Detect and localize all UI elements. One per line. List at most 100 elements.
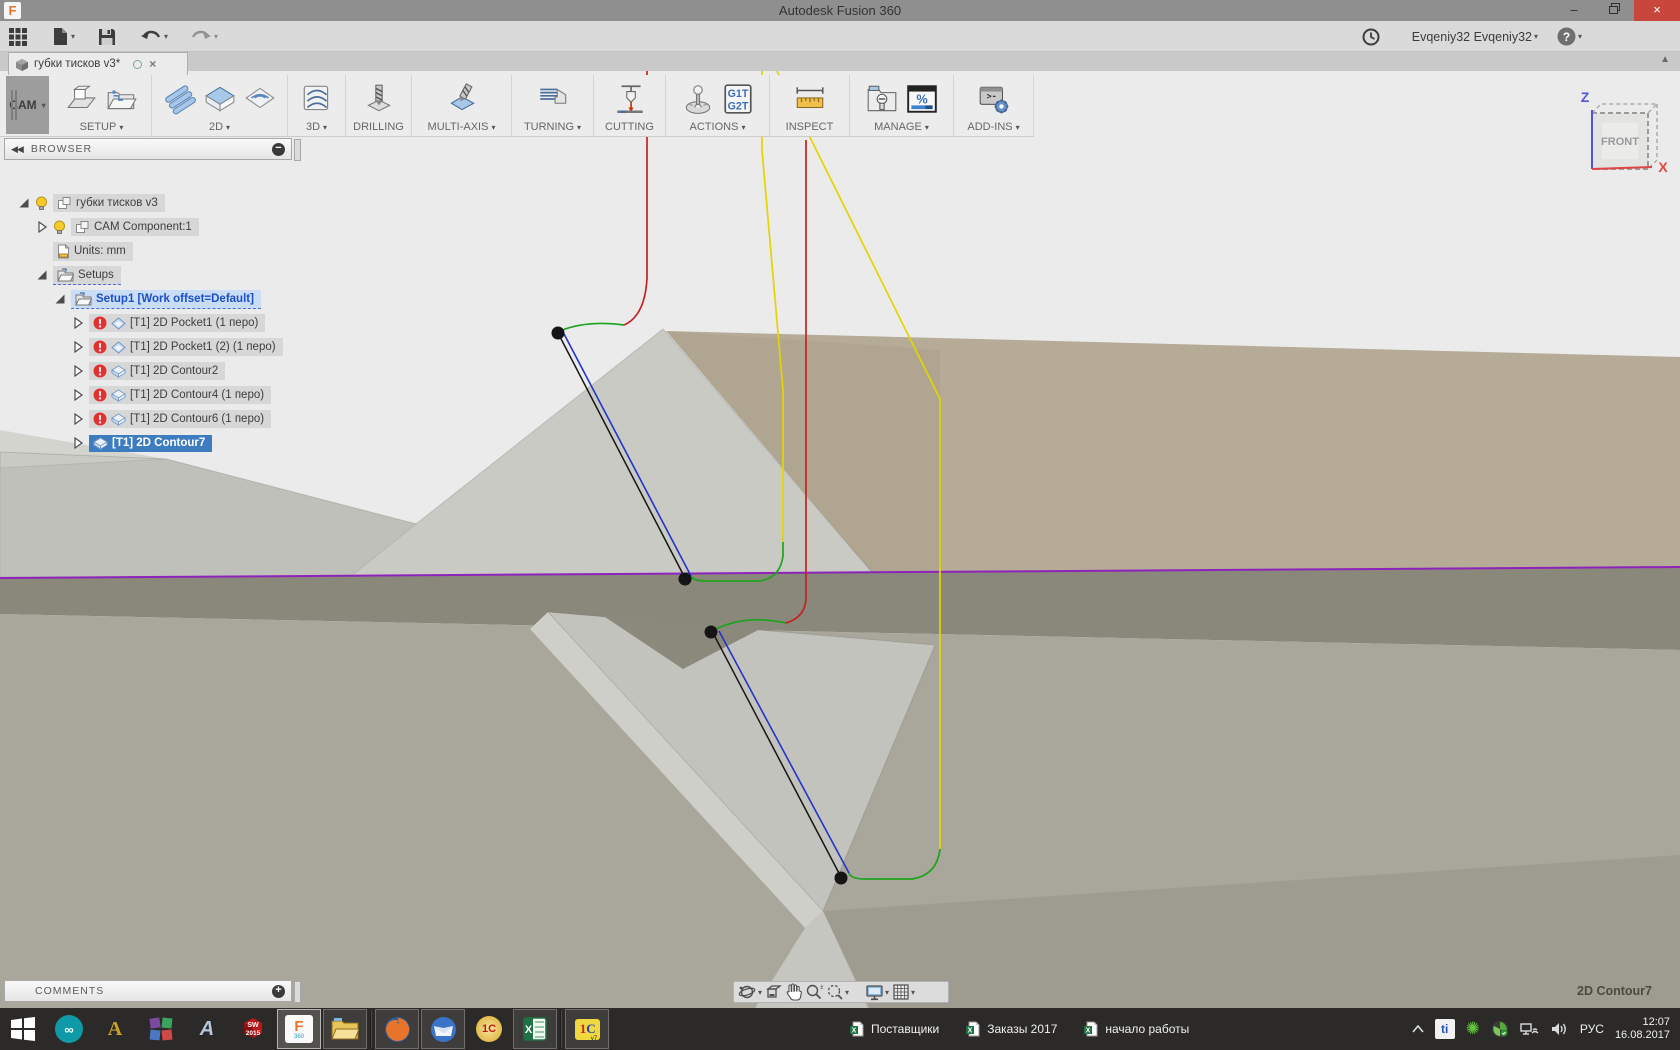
cad-grid-taskbar-button[interactable]	[139, 1009, 183, 1049]
taskbar-document-button[interactable]: Xначало работы	[1073, 1009, 1199, 1049]
collapse-arrow-icon[interactable]	[72, 437, 84, 449]
ribbon-group-label[interactable]: DRILLING	[353, 120, 404, 137]
collapse-arrow-icon[interactable]	[72, 365, 84, 377]
tree-row--t1-2d-contour7[interactable]: [T1] 2D Contour7	[72, 432, 213, 454]
browser-header[interactable]: ◀◀ BROWSER −	[4, 138, 301, 161]
ribbon-group-label[interactable]: 3D ▾	[306, 120, 327, 137]
ribbon-group-label[interactable]: MANAGE ▾	[874, 120, 929, 137]
ribbon-group-label[interactable]: ADD-INS ▾	[967, 120, 1019, 137]
tree-row-setup1-work-offset-default-[interactable]: Setup1 [Work offset=Default]	[54, 288, 261, 310]
file-explorer-taskbar-button[interactable]	[323, 1009, 367, 1049]
ribbon-group-label[interactable]: TURNING ▾	[524, 120, 581, 137]
teamviewer-tray-icon[interactable]: ti	[1434, 1019, 1455, 1039]
undo-button[interactable]: ▾	[140, 24, 168, 49]
viewport-canvas[interactable]: FRONT Z X	[0, 71, 1680, 1008]
taskbar-document-button[interactable]: X Поставщики	[839, 1009, 949, 1049]
orbit-button[interactable]: ▾	[738, 983, 762, 1001]
onec-taskbar-button[interactable]: 1С	[467, 1009, 511, 1049]
look-at-button[interactable]	[765, 983, 783, 1001]
minimize-button[interactable]: –	[1554, 0, 1594, 21]
contour2d-icon[interactable]	[242, 81, 278, 117]
setup-icon[interactable]	[64, 81, 100, 117]
solidworks-taskbar-button[interactable]: SW 2015	[231, 1009, 275, 1049]
expand-arrow-icon[interactable]	[18, 197, 30, 209]
collapse-arrow-icon[interactable]	[72, 413, 84, 425]
tree-row--t1-2d-contour6-1-[interactable]: [T1] 2D Contour6 (1 перо)	[72, 408, 272, 430]
manage-icon[interactable]	[864, 81, 900, 117]
tree-row-setups[interactable]: Setups	[36, 264, 121, 286]
gcode-icon[interactable]: G1T G2T	[720, 81, 756, 117]
excel-taskbar-button[interactable]: X	[513, 1009, 557, 1049]
grid-layout-button[interactable]: ▾	[892, 983, 915, 1001]
help-menu[interactable]: ? ▾	[1557, 24, 1582, 49]
collapse-arrow-icon[interactable]	[72, 341, 84, 353]
ribbon-group-label[interactable]: 2D ▾	[209, 120, 230, 137]
job-status-clock-icon[interactable]	[1362, 24, 1380, 49]
maximize-button[interactable]	[1594, 0, 1634, 21]
windows-start-taskbar-button[interactable]	[1, 1009, 45, 1049]
post-process-icon[interactable]	[680, 81, 716, 117]
visibility-bulb-icon[interactable]	[35, 196, 48, 211]
turning-icon[interactable]	[535, 81, 571, 117]
ribbon-group-label[interactable]: CUTTING	[605, 120, 654, 137]
tree-row-units-mm[interactable]: Units: mm	[36, 240, 133, 262]
tree-row--v3[interactable]: губки тисков v3	[18, 192, 165, 214]
volume-tray-icon[interactable]	[1551, 1021, 1569, 1037]
icq-tray-icon[interactable]: ✺	[1466, 1019, 1480, 1039]
taskbar-document-button[interactable]: X Заказы 2017	[955, 1009, 1067, 1049]
tab-close-icon[interactable]: ×	[149, 57, 156, 71]
comments-scroll-nub[interactable]	[294, 981, 301, 1003]
browser-scroll-nub[interactable]	[294, 139, 301, 161]
comments-add-icon[interactable]: +	[272, 984, 285, 998]
tree-row--t1-2d-pocket1-1-[interactable]: [T1] 2D Pocket1 (1 перо)	[72, 312, 266, 334]
visibility-bulb-icon[interactable]	[53, 220, 66, 235]
browser-remove-icon[interactable]: −	[272, 142, 285, 156]
collapse-arrow-icon[interactable]	[36, 221, 48, 233]
adaptive3d-icon[interactable]	[299, 81, 335, 117]
workspace-switcher-cam[interactable]: CAM ▾	[6, 76, 49, 134]
network-tray-icon[interactable]	[1520, 1021, 1540, 1037]
expand-arrow-icon[interactable]	[54, 293, 66, 305]
drill-icon[interactable]	[361, 81, 397, 117]
simulate-percent-icon[interactable]: %	[904, 81, 940, 117]
comments-header[interactable]: COMMENTS +	[4, 980, 301, 1003]
addins-icon[interactable]: >-	[976, 81, 1012, 117]
fusion360-taskbar-button[interactable]: F 360	[277, 1009, 321, 1049]
language-indicator[interactable]: РУС	[1580, 1022, 1604, 1036]
fit-button[interactable]: ▾	[826, 983, 849, 1001]
expand-arrow-icon[interactable]	[36, 269, 48, 281]
ribbon-group-label[interactable]: ACTIONS ▾	[690, 120, 746, 137]
face2d-icon[interactable]	[202, 81, 238, 117]
firefox-taskbar-button[interactable]	[375, 1009, 419, 1049]
measure-icon[interactable]	[792, 81, 828, 117]
ribbon-group-label[interactable]: INSPECT	[786, 120, 834, 137]
thunderbird-taskbar-button[interactable]	[421, 1009, 465, 1049]
pan-button[interactable]	[786, 983, 802, 1001]
artcam-taskbar-button[interactable]: A	[93, 1009, 137, 1049]
display-settings-button[interactable]: ▾	[865, 984, 889, 1001]
autocad-taskbar-button[interactable]: A	[185, 1009, 229, 1049]
ribbon-group-label[interactable]: MULTI-AXIS ▾	[428, 120, 496, 137]
tree-row--t1-2d-pocket1-2-1-[interactable]: [T1] 2D Pocket1 (2) (1 перо)	[72, 336, 283, 358]
clock[interactable]: 12:07 16.08.2017	[1615, 1016, 1670, 1042]
setup-folder-icon[interactable]	[104, 81, 140, 117]
close-button[interactable]: ×	[1634, 0, 1680, 21]
redo-button[interactable]: ▾	[190, 24, 218, 49]
file-menu-button[interactable]: ▾	[52, 24, 75, 49]
app-grid-icon[interactable]	[8, 24, 28, 49]
zoom-button[interactable]: ±	[805, 983, 823, 1001]
save-button[interactable]	[98, 24, 116, 49]
tree-row--t1-2d-contour4-1-[interactable]: [T1] 2D Contour4 (1 перо)	[72, 384, 272, 406]
collapse-arrow-icon[interactable]	[72, 317, 84, 329]
pocket2d-icon[interactable]	[162, 81, 198, 117]
document-tab[interactable]: губки тисков v3* ×	[8, 52, 188, 75]
ribbon-collapse-chevron-icon[interactable]: ▲	[1660, 54, 1670, 65]
cutting-icon[interactable]	[612, 81, 648, 117]
multiaxis-icon[interactable]	[444, 81, 480, 117]
sync-tray-icon[interactable]	[1491, 1020, 1509, 1038]
onec7-taskbar-button[interactable]: 1 Сv7	[565, 1009, 609, 1049]
panel-collapse-icon[interactable]: ◀◀	[11, 144, 24, 155]
arduino-taskbar-button[interactable]: ∞	[47, 1009, 91, 1049]
ribbon-group-label[interactable]: SETUP ▾	[80, 120, 124, 137]
collapse-arrow-icon[interactable]	[72, 389, 84, 401]
